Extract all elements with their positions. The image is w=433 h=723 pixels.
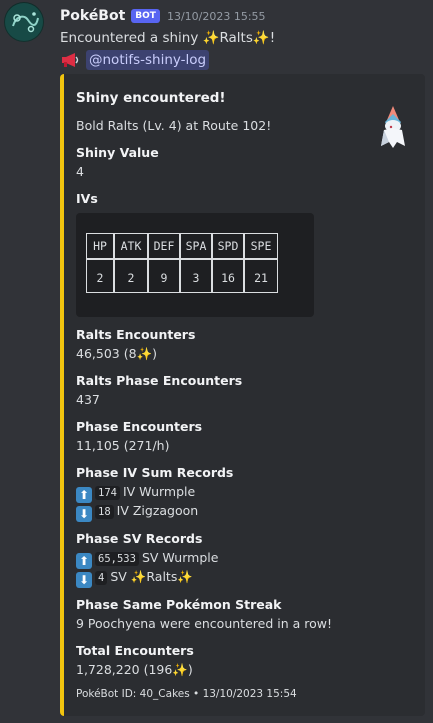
content-pokemon: Ralts xyxy=(219,30,253,46)
mention-line: @notifs-shiny-log xyxy=(60,50,210,70)
streak-value: 9 Poochyena were encountered in a row! xyxy=(76,616,332,631)
embed-accent-bar xyxy=(60,74,64,716)
sv-record-high-text: SV Wurmple xyxy=(141,550,219,565)
sv-record-high-value: 65,533 xyxy=(95,552,139,566)
arrow-up-icon: ⬆ xyxy=(76,553,92,569)
total-encounters-close: ) xyxy=(187,662,193,677)
iv-header-hp: HP xyxy=(86,233,114,259)
shiny-value-label: Shiny Value xyxy=(76,145,159,160)
sparkles-icon: ✨ xyxy=(130,569,147,584)
sparkles-icon: ✨ xyxy=(202,30,220,46)
iv-value-spe: 21 xyxy=(244,264,278,293)
ralts-encounters-value: 46,503 (8✨) xyxy=(76,346,157,362)
message-content: Encountered a shiny ✨Ralts✨! xyxy=(60,28,275,48)
phase-encounters-label: Phase Encounters xyxy=(76,419,203,434)
iv-record-high: ⬆ 174 IV Wurmple xyxy=(76,484,195,503)
streak-label: Phase Same Pokémon Streak xyxy=(76,597,282,612)
content-text: Encountered a shiny xyxy=(60,30,203,46)
message-header: PokéBot BOT 13/10/2023 15:55 xyxy=(60,6,266,26)
iv-record-low-value: 18 xyxy=(95,505,114,519)
iv-record-low-text: IV Zigzagoon xyxy=(116,503,199,518)
arrow-down-icon: ⬇ xyxy=(76,506,92,522)
iv-header-atk: ATK xyxy=(114,233,148,259)
iv-value-def: 9 xyxy=(148,264,180,293)
sv-record-low-pokemon: Ralts xyxy=(146,569,178,584)
embed-description: Bold Ralts (Lv. 4) at Route 102! xyxy=(76,118,272,133)
bot-badge: BOT xyxy=(131,9,160,23)
total-encounters-count: 1,728,220 (196 xyxy=(76,662,173,677)
iv-value-hp: 2 xyxy=(86,264,114,293)
role-mention[interactable]: @notifs-shiny-log xyxy=(86,50,210,70)
ralts-encounters-close: ) xyxy=(152,346,158,361)
phase-encounters-value: 11,105 (271/h) xyxy=(76,438,170,453)
iv-record-high-text: IV Wurmple xyxy=(122,484,196,499)
iv-header-spa: SPA xyxy=(180,233,212,259)
iv-header-spd: SPD xyxy=(212,233,244,259)
iv-header-def: DEF xyxy=(148,233,180,259)
sparkles-icon: ✨ xyxy=(136,346,153,361)
sv-record-low-value: 4 xyxy=(95,571,108,585)
shiny-value: 4 xyxy=(76,164,84,179)
ralts-sprite[interactable] xyxy=(373,102,413,150)
username[interactable]: PokéBot xyxy=(60,8,125,24)
ivs-label: IVs xyxy=(76,191,98,206)
sv-record-low: ⬇ 4 SV ✨Ralts✨ xyxy=(76,569,193,588)
iv-value-atk: 2 xyxy=(114,264,148,293)
iv-header-spe: SPE xyxy=(244,233,278,259)
sparkles-icon: ✨ xyxy=(177,569,193,584)
iv-value-spa: 3 xyxy=(180,264,212,293)
arrow-up-icon: ⬆ xyxy=(76,487,92,503)
ralts-encounters-label: Ralts Encounters xyxy=(76,327,196,342)
total-encounters-value: 1,728,220 (196✨) xyxy=(76,662,193,678)
sparkles-icon: ✨ xyxy=(172,662,188,677)
iv-record-high-value: 174 xyxy=(95,486,120,500)
ivs-code-block: HP ATK DEF SPA SPD SPE 2 2 9 3 16 21 xyxy=(76,213,314,317)
sv-records-label: Phase SV Records xyxy=(76,531,203,546)
sparkles-icon: ✨ xyxy=(252,30,270,46)
ralts-encounters-count: 46,503 (8 xyxy=(76,346,137,361)
ivs-table: HP ATK DEF SPA SPD SPE 2 2 9 3 16 21 xyxy=(86,233,278,293)
iv-value-spd: 16 xyxy=(212,264,244,293)
arrow-down-icon: ⬇ xyxy=(76,572,92,588)
sv-record-high: ⬆ 65,533 SV Wurmple xyxy=(76,550,218,569)
total-encounters-label: Total Encounters xyxy=(76,643,194,658)
bot-avatar[interactable] xyxy=(4,2,44,42)
ralts-phase-value: 437 xyxy=(76,392,100,407)
iv-records-label: Phase IV Sum Records xyxy=(76,465,234,480)
iv-record-low: ⬇ 18 IV Zigzagoon xyxy=(76,503,198,522)
content-end: ! xyxy=(269,30,276,46)
megaphone-icon xyxy=(62,53,79,67)
embed: Shiny encountered! Bold Ralts (Lv. 4) at… xyxy=(60,74,425,716)
message-timestamp: 13/10/2023 15:55 xyxy=(166,9,266,23)
sv-record-low-text: SV xyxy=(110,569,131,584)
embed-title: Shiny encountered! xyxy=(76,90,226,106)
ralts-phase-label: Ralts Phase Encounters xyxy=(76,373,243,388)
embed-footer: PokéBot ID: 40_Cakes • 13/10/2023 15:54 xyxy=(76,688,297,700)
